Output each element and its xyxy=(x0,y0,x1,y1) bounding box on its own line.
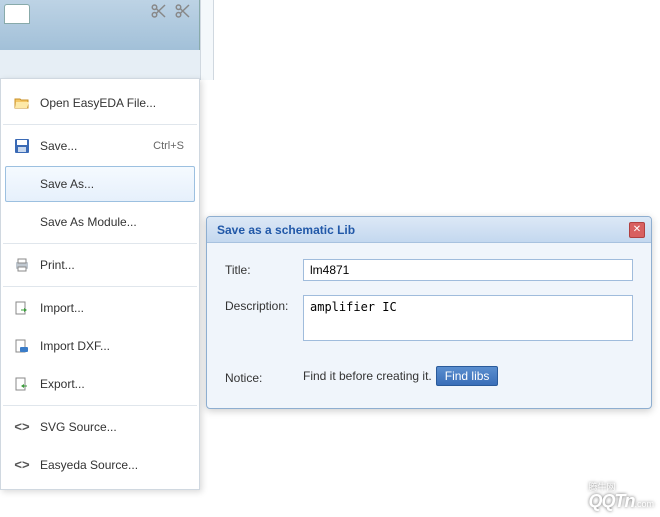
ribbon-sub-bar xyxy=(0,50,200,80)
menu-item-open[interactable]: Open EasyEDA File... xyxy=(5,85,195,121)
save-icon xyxy=(14,138,30,154)
menu-item-easyeda-source[interactable]: <> Easyeda Source... xyxy=(5,447,195,483)
description-row: Description: xyxy=(225,295,633,346)
dialog-title: Save as a schematic Lib xyxy=(217,223,629,237)
watermark-logo-icon xyxy=(558,484,584,510)
menu-label: Import DXF... xyxy=(40,339,184,353)
menu-label: Save As Module... xyxy=(40,215,184,229)
import-dxf-icon xyxy=(14,338,30,354)
menu-label: Print... xyxy=(40,258,184,272)
blank-icon xyxy=(14,214,30,230)
panel-edge xyxy=(200,0,214,80)
description-input[interactable] xyxy=(303,295,633,341)
menu-item-import-dxf[interactable]: Import DXF... xyxy=(5,328,195,364)
print-icon xyxy=(14,257,30,273)
title-input[interactable] xyxy=(303,259,633,281)
menu-item-import[interactable]: Import... xyxy=(5,290,195,326)
notice-row: Notice: Find it before creating it. Find… xyxy=(225,366,633,386)
menu-label: Easyeda Source... xyxy=(40,458,184,472)
code-icon: <> xyxy=(14,457,30,473)
description-field-wrapper xyxy=(303,295,633,346)
menu-item-export[interactable]: Export... xyxy=(5,366,195,402)
blank-icon xyxy=(14,176,30,192)
watermark-brand: QQTn xyxy=(588,491,634,511)
menu-item-save-as-module[interactable]: Save As Module... xyxy=(5,204,195,240)
import-icon xyxy=(14,300,30,316)
dialog-body: Title: Description: Notice: Find it befo… xyxy=(207,243,651,408)
menu-shortcut: Ctrl+S xyxy=(153,140,184,152)
save-as-dialog: Save as a schematic Lib ✕ Title: Descrip… xyxy=(206,216,652,409)
menu-item-svg-source[interactable]: <> SVG Source... xyxy=(5,409,195,445)
menu-separator xyxy=(3,286,197,287)
menu-label: Save... xyxy=(40,139,153,153)
title-label: Title: xyxy=(225,259,303,277)
notice-label: Notice: xyxy=(225,367,303,385)
menu-item-save[interactable]: Save... Ctrl+S xyxy=(5,128,195,164)
menu-separator xyxy=(3,243,197,244)
export-icon xyxy=(14,376,30,392)
menu-label: Import... xyxy=(40,301,184,315)
document-tab-icon xyxy=(4,4,30,24)
menu-label: SVG Source... xyxy=(40,420,184,434)
close-icon: ✕ xyxy=(633,224,641,235)
close-button[interactable]: ✕ xyxy=(629,222,645,238)
scissors-icon xyxy=(150,2,168,20)
menu-item-save-as[interactable]: Save As... xyxy=(5,166,195,202)
menu-separator xyxy=(3,405,197,406)
code-icon: <> xyxy=(14,419,30,435)
title-row: Title: xyxy=(225,259,633,281)
folder-open-icon xyxy=(14,95,30,111)
file-menu: Open EasyEDA File... Save... Ctrl+S Save… xyxy=(0,78,200,490)
scissors-icon xyxy=(174,2,192,20)
notice-text: Find it before creating it. xyxy=(303,369,432,383)
watermark-domain: .com xyxy=(634,499,654,509)
toolbar-icons xyxy=(150,2,192,20)
menu-label: Open EasyEDA File... xyxy=(40,96,184,110)
menu-label: Save As... xyxy=(40,177,184,191)
dialog-header[interactable]: Save as a schematic Lib ✕ xyxy=(207,217,651,243)
menu-label: Export... xyxy=(40,377,184,391)
toolbar-area xyxy=(0,0,660,74)
watermark: 腾牛网 QQTn.com xyxy=(558,483,654,511)
menu-item-print[interactable]: Print... xyxy=(5,247,195,283)
description-label: Description: xyxy=(225,295,303,313)
menu-separator xyxy=(3,124,197,125)
find-libs-button[interactable]: Find libs xyxy=(436,366,499,386)
title-field-wrapper xyxy=(303,259,633,281)
